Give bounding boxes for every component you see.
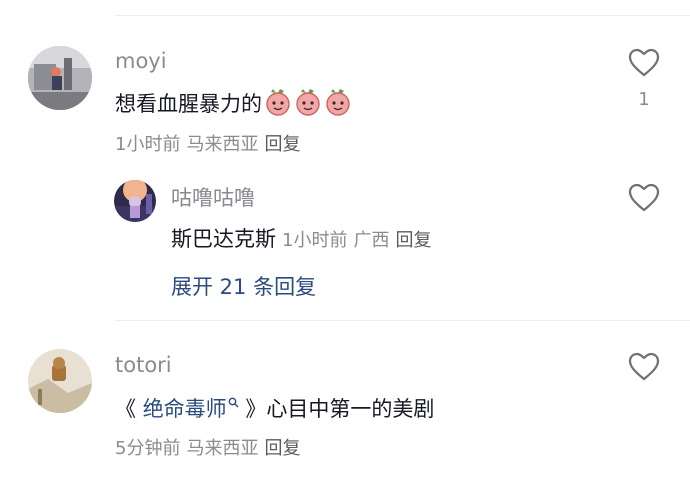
reply-button[interactable]: 回复 xyxy=(395,230,431,251)
like-count: 1 xyxy=(638,89,650,110)
comment-prefix: 《 xyxy=(115,397,136,421)
comment-text: 《 绝命毒师 》心目中第一的美剧 xyxy=(115,393,434,423)
reply-button[interactable]: 回复 xyxy=(264,134,300,155)
expand-replies-link[interactable]: 展开 21 条回复 xyxy=(171,271,316,301)
topic-link-label: 绝命毒师 xyxy=(142,397,227,421)
username[interactable]: moyi xyxy=(115,49,167,73)
avatar[interactable] xyxy=(28,349,92,413)
heart-icon[interactable] xyxy=(628,183,660,213)
reply-body: 斯巴达克斯 xyxy=(171,227,276,251)
comment-divider xyxy=(115,320,690,321)
reply-location: 广西 xyxy=(353,230,390,251)
comment-location: 马来西亚 xyxy=(186,134,259,155)
comment-text: 想看血腥暴力的 xyxy=(115,88,352,118)
reply-username[interactable]: 咕噜咕噜 xyxy=(171,182,255,212)
peach-face-emoji xyxy=(266,89,290,116)
top-divider xyxy=(115,15,690,16)
comment-suffix: 》心目中第一的美剧 xyxy=(245,397,435,421)
topic-link[interactable]: 绝命毒师 xyxy=(143,397,239,421)
reply-time: 1小时前 xyxy=(282,230,348,251)
peach-face-emoji xyxy=(296,89,320,116)
reply-button[interactable]: 回复 xyxy=(264,438,300,459)
avatar-image xyxy=(28,349,92,413)
reply-text: 斯巴达克斯 1小时前 广西 回复 xyxy=(171,223,431,253)
reply-avatar[interactable] xyxy=(114,180,156,222)
search-icon xyxy=(228,397,239,408)
avatar-image xyxy=(114,180,156,222)
comment-time: 1小时前 xyxy=(115,134,181,155)
comment-location: 马来西亚 xyxy=(186,438,259,459)
heart-icon[interactable] xyxy=(628,48,660,78)
peach-face-emoji xyxy=(326,89,350,116)
comment-meta: 1小时前 马来西亚 回复 xyxy=(115,130,306,156)
avatar-image xyxy=(28,46,92,110)
username[interactable]: totori xyxy=(115,353,172,377)
comment-meta: 5分钟前 马来西亚 回复 xyxy=(115,434,306,460)
comment-body: 想看血腥暴力的 xyxy=(115,92,262,116)
heart-icon[interactable] xyxy=(628,352,660,382)
comment-time: 5分钟前 xyxy=(115,438,181,459)
avatar[interactable] xyxy=(28,46,92,110)
